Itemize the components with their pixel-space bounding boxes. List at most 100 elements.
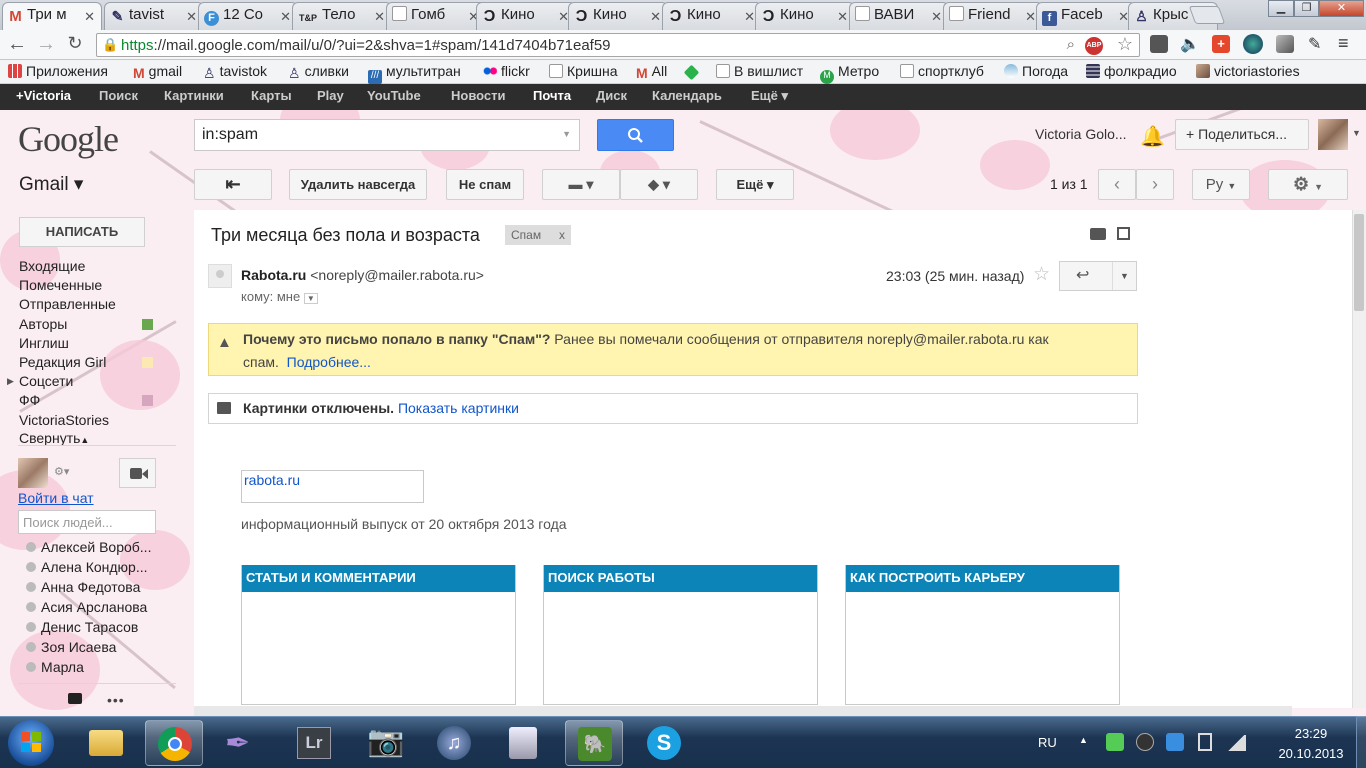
- tab-gmail[interactable]: M Три м ✕: [2, 2, 102, 30]
- gbar-news[interactable]: Новости: [451, 88, 506, 103]
- sidebar-collapse[interactable]: Свернуть▲: [19, 430, 89, 446]
- new-window-icon[interactable]: [1117, 227, 1130, 240]
- gbar-youtube[interactable]: YouTube: [367, 88, 421, 103]
- dropbox-icon[interactable]: [1166, 733, 1184, 751]
- bookmark-feedly[interactable]: [683, 63, 701, 81]
- status-menu-icon[interactable]: ⚙▾: [54, 465, 69, 478]
- close-tab-icon[interactable]: ✕: [744, 9, 755, 25]
- sidebar-item-social[interactable]: Соцсети: [19, 373, 73, 389]
- column-header[interactable]: ПОИСК РАБОТЫ: [544, 565, 817, 592]
- expand-arrow-icon[interactable]: ▶: [7, 376, 14, 387]
- bookmark-gmail[interactable]: Mgmail: [133, 63, 182, 81]
- avatar[interactable]: [1318, 119, 1348, 150]
- rabota-logo-placeholder[interactable]: rabota.ru: [241, 470, 424, 503]
- gbar-play[interactable]: Play: [317, 88, 344, 103]
- star-icon[interactable]: ☆: [1117, 34, 1133, 55]
- language-indicator[interactable]: RU: [1038, 735, 1057, 750]
- gmail-menu[interactable]: Gmail ▾: [19, 173, 83, 196]
- pocket-icon[interactable]: [1150, 35, 1168, 53]
- taskbar-pen[interactable]: ✒: [213, 720, 271, 766]
- contact-item[interactable]: Асия Арсланова: [26, 599, 147, 615]
- contact-item[interactable]: Денис Тарасов: [26, 619, 138, 635]
- speaker-icon[interactable]: 🔈: [1180, 34, 1200, 54]
- close-tab-icon[interactable]: ✕: [186, 9, 197, 25]
- details-dropdown-icon[interactable]: ▼: [303, 293, 318, 304]
- start-button[interactable]: [8, 720, 54, 766]
- account-name[interactable]: Victoria Golo...: [1035, 126, 1127, 142]
- recipient-line[interactable]: кому: мне ▼: [241, 289, 318, 304]
- more-button[interactable]: Ещё ▾: [716, 169, 794, 200]
- gbar-drive[interactable]: Диск: [596, 88, 627, 103]
- tab-tavistok[interactable]: ✎ tavist ✕: [104, 2, 204, 30]
- bookmark-victoriastories[interactable]: victoriastories: [1196, 63, 1300, 79]
- reply-button[interactable]: ↩ ▼: [1059, 261, 1137, 291]
- next-page-button[interactable]: ›: [1136, 169, 1174, 200]
- input-tools-button[interactable]: Ру ▼: [1192, 169, 1250, 200]
- tab-telo[interactable]: T&P Тело ✕: [292, 2, 392, 30]
- taskbar-skype[interactable]: S: [635, 720, 693, 766]
- remove-label-icon[interactable]: x: [559, 228, 565, 242]
- video-call-button[interactable]: [119, 458, 156, 488]
- tab-facebook[interactable]: f Faceb ✕: [1036, 2, 1136, 30]
- sidebar-item-english[interactable]: Инглиш: [19, 335, 69, 351]
- sidebar-item-sent[interactable]: Отправленные: [19, 296, 116, 312]
- bookmark-slivki[interactable]: ♙ сливки: [288, 63, 349, 81]
- chevron-down-icon[interactable]: ▼: [1352, 128, 1361, 138]
- bookmark-flickr[interactable]: flickr: [483, 63, 530, 79]
- contact-item[interactable]: Марла: [26, 659, 84, 675]
- sender[interactable]: Rabota.ru <noreply@mailer.rabota.ru>: [241, 267, 484, 283]
- bookmark-weather[interactable]: Погода: [1004, 63, 1068, 79]
- tab-kino-2[interactable]: Ɔ Кино ✕: [568, 2, 668, 30]
- adblock-icon[interactable]: ABP: [1085, 37, 1103, 55]
- gbar-mail[interactable]: Почта: [533, 88, 571, 103]
- settings-button[interactable]: ⚙ ▼: [1268, 169, 1348, 200]
- contact-item[interactable]: Зоя Исаева: [26, 639, 116, 655]
- horizontal-scrollbar[interactable]: [194, 706, 1292, 716]
- chat-signin-link[interactable]: Войти в чат: [18, 490, 94, 506]
- gbar-plus-victoria[interactable]: +Victoria: [16, 88, 71, 103]
- taskbar-calculator[interactable]: [495, 720, 553, 766]
- close-tab-icon[interactable]: ✕: [650, 9, 661, 25]
- tray-app-icon[interactable]: [1106, 733, 1124, 751]
- column-header[interactable]: СТАТЬИ И КОММЕНТАРИИ: [242, 565, 515, 592]
- delete-forever-button[interactable]: Удалить навсегда: [289, 169, 427, 200]
- close-tab-icon[interactable]: ✕: [931, 9, 942, 25]
- more-options-icon[interactable]: •••: [107, 692, 125, 708]
- google-logo[interactable]: Google: [18, 118, 119, 160]
- column-header[interactable]: КАК ПОСТРОИТЬ КАРЬЕРУ: [846, 565, 1119, 592]
- search-input[interactable]: in:spam ▼: [194, 119, 580, 151]
- tab-kino-1[interactable]: Ɔ Кино ✕: [476, 2, 576, 30]
- close-window-button[interactable]: ✕: [1319, 0, 1364, 17]
- bookmark-multitran[interactable]: ///мультитран: [368, 63, 461, 84]
- labels-button[interactable]: ◆ ▾: [620, 169, 698, 200]
- more-actions-icon[interactable]: ▼: [1120, 271, 1129, 281]
- sidebar-item-ff[interactable]: ФФ: [19, 392, 40, 408]
- plus-extension-icon[interactable]: +: [1212, 35, 1230, 53]
- contact-item[interactable]: Алексей Вороб...: [26, 539, 151, 555]
- close-tab-icon[interactable]: ✕: [837, 9, 848, 25]
- network-icon[interactable]: [1226, 735, 1246, 751]
- gbar-maps[interactable]: Карты: [251, 88, 292, 103]
- maximize-button[interactable]: ❐: [1294, 0, 1319, 17]
- tab-kino-4[interactable]: Ɔ Кино ✕: [755, 2, 855, 30]
- taskbar-itunes[interactable]: ♫: [425, 720, 483, 766]
- learn-more-link[interactable]: Подробнее...: [287, 354, 371, 370]
- back-to-list-button[interactable]: ⇤: [194, 169, 272, 200]
- minimize-button[interactable]: ▁: [1268, 0, 1294, 17]
- scrollbar-thumb[interactable]: [1354, 214, 1364, 311]
- show-desktop-button[interactable]: [1356, 716, 1366, 768]
- zoom-icon[interactable]: ⌕: [1067, 36, 1075, 53]
- back-icon[interactable]: ←: [6, 33, 28, 56]
- search-button[interactable]: [597, 119, 674, 151]
- taskbar-chrome[interactable]: [145, 720, 203, 766]
- bookmark-wishlist[interactable]: В вишлист: [716, 63, 803, 79]
- sidebar-item-girl-editorial[interactable]: Редакция Girl: [19, 354, 106, 370]
- tab-kino-3[interactable]: Ɔ Кино ✕: [662, 2, 762, 30]
- sidebar-item-inbox[interactable]: Входящие: [19, 258, 85, 274]
- address-bar[interactable]: 🔒 https://mail.google.com/mail/u/0/?ui=2…: [96, 33, 1140, 57]
- bookmark-sportclub[interactable]: спортклуб: [900, 63, 984, 79]
- headset-icon[interactable]: [1136, 733, 1154, 751]
- close-tab-icon[interactable]: ✕: [1025, 9, 1036, 25]
- bookmark-krishna[interactable]: Кришна: [549, 63, 618, 79]
- gbar-calendar[interactable]: Календарь: [652, 88, 722, 103]
